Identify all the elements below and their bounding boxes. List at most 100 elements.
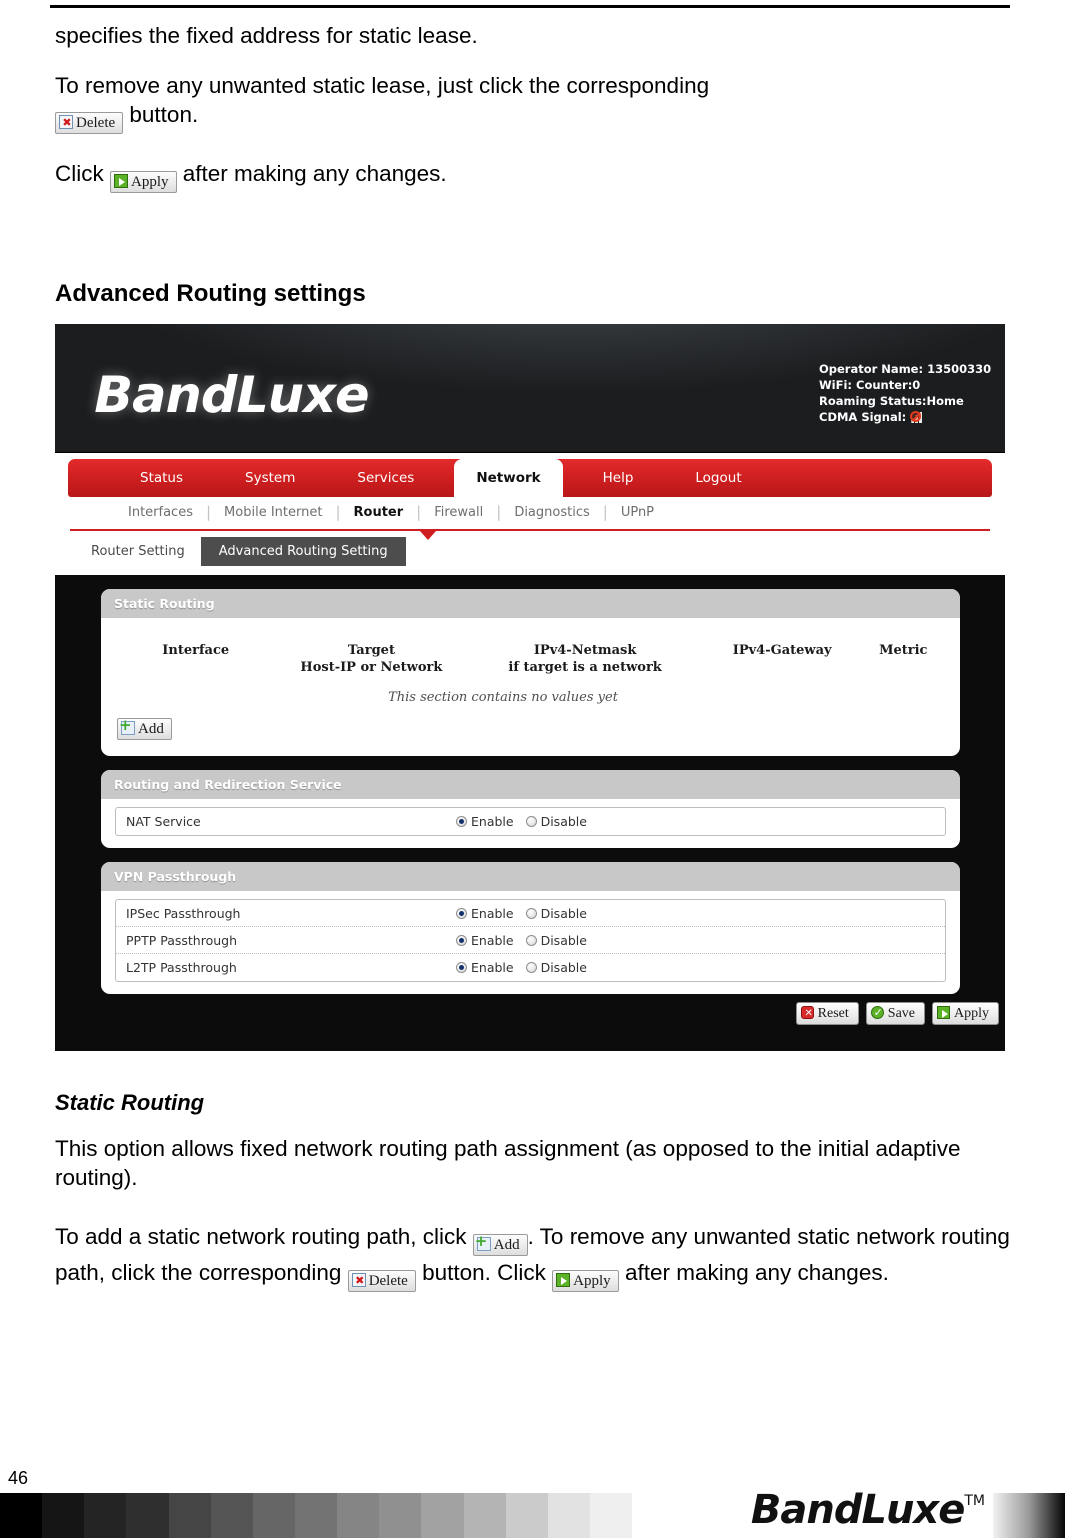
add-route-button[interactable]: Add <box>117 716 172 740</box>
subnav-item-firewall[interactable]: Firewall <box>421 505 496 520</box>
tab-advanced-routing-setting[interactable]: Advanced Routing Setting <box>200 537 406 566</box>
add-route-button-label: Add <box>138 721 164 737</box>
save-icon <box>870 1004 885 1021</box>
gradient-calibration-strip <box>993 1493 1065 1538</box>
delete-icon <box>59 114 74 132</box>
router-status-block: Operator Name: 13500330 WiFi: Counter:0 … <box>819 361 1005 425</box>
tab-router-setting[interactable]: Router Setting <box>75 538 201 565</box>
nat-service-disable-option[interactable]: Disable <box>525 814 587 829</box>
save-button[interactable]: Save <box>865 1002 925 1025</box>
paragraph-add-remove-route: To add a static network routing path, cl… <box>55 1220 1010 1292</box>
apply-icon <box>556 1273 571 1287</box>
grayscale-step <box>294 1493 338 1538</box>
nat-service-radio-group: Enable Disable <box>456 814 587 829</box>
column-interface-line1: Interface <box>162 643 230 658</box>
form-action-buttons: Reset Save Apply <box>795 1002 999 1025</box>
radio-disable-icon[interactable] <box>525 962 537 973</box>
nav-item-logout[interactable]: Logout <box>673 459 763 497</box>
add-icon <box>119 716 135 735</box>
nav-item-system[interactable]: System <box>223 459 317 497</box>
column-netmask: IPv4-Netmask if target is a network <box>466 642 703 676</box>
nav-item-network[interactable]: Network <box>454 459 563 499</box>
paragraph-static-routing-description: This option allows fixed network routing… <box>55 1136 961 1190</box>
nat-service-row: NAT Service Enable Disable <box>116 808 945 835</box>
sub-nav-bar: Interfaces | Mobile Internet | Router | … <box>115 503 667 521</box>
radio-enable-icon[interactable] <box>456 934 467 946</box>
subnav-item-mobile-internet[interactable]: Mobile Internet <box>211 505 335 520</box>
subnav-item-diagnostics[interactable]: Diagnostics <box>501 505 602 520</box>
paragraph-remove-static-lease: To remove any unwanted static lease, jus… <box>55 72 1010 134</box>
grayscale-step <box>337 1493 380 1538</box>
vpn-passthrough-panel: VPN Passthrough IPSec Passthrough Enable <box>101 862 960 994</box>
radio-enable-icon[interactable] <box>456 907 467 919</box>
ipsec-disable-option[interactable]: Disable <box>525 906 587 921</box>
nav-item-services[interactable]: Services <box>335 459 436 497</box>
grayscale-step <box>42 1493 85 1538</box>
click-word: Click <box>55 161 104 186</box>
static-routing-inner: Interface Target Host-IP or Network IPv4… <box>101 618 960 756</box>
l2tp-disable-label: Disable <box>540 960 587 975</box>
apply-suffix-text: after making any changes. <box>182 161 447 186</box>
column-netmask-line2: if target is a network <box>508 660 662 675</box>
radio-enable-icon[interactable] <box>456 816 467 827</box>
apply-button-label: Apply <box>573 1273 611 1289</box>
footer-logo-text: BandLuxe <box>750 1487 965 1533</box>
nat-service-box: NAT Service Enable Disable <box>115 807 946 836</box>
pptp-disable-option[interactable]: Disable <box>525 933 587 948</box>
subnav-item-upnp[interactable]: UPnP <box>608 505 667 520</box>
nav-item-status[interactable]: Status <box>118 459 205 497</box>
page-top-rule <box>50 5 1010 8</box>
ipsec-enable-label: Enable <box>471 905 514 921</box>
trademark-symbol: TM <box>964 1493 985 1509</box>
nat-service-enable-label: Enable <box>471 814 514 829</box>
vpn-passthrough-title: VPN Passthrough <box>101 862 960 891</box>
grayscale-step <box>379 1493 422 1538</box>
radio-disable-icon[interactable] <box>525 816 537 827</box>
static-routing-empty-message: This section contains no values yet <box>388 690 618 705</box>
para5-part-a: To add a static network routing path, cl… <box>55 1224 467 1249</box>
nav-item-help[interactable]: Help <box>581 459 656 497</box>
delete-button-inline[interactable]: Delete <box>347 1270 416 1292</box>
apply-icon <box>114 174 129 188</box>
delete-button-inline[interactable]: Delete <box>55 111 124 134</box>
radio-disable-icon[interactable] <box>525 907 537 919</box>
pptp-enable-label: Enable <box>471 932 514 948</box>
nat-service-disable-label: Disable <box>540 814 587 829</box>
router-navigation: Status System Services Network Help Logo… <box>55 453 1005 575</box>
settings-tab-row: Router Setting Advanced Routing Setting <box>75 537 406 566</box>
grayscale-step <box>126 1493 169 1538</box>
ipsec-enable-option[interactable]: Enable <box>456 906 514 921</box>
apply-button-inline[interactable]: Apply <box>110 171 177 193</box>
pptp-enable-option[interactable]: Enable <box>456 933 514 948</box>
ipsec-radio-group: Enable Disable <box>456 906 587 921</box>
paragraph-remove-suffix: button. <box>129 101 199 127</box>
subnav-item-interfaces[interactable]: Interfaces <box>115 505 206 520</box>
column-target-line2: Host-IP or Network <box>300 660 443 675</box>
l2tp-enable-label: Enable <box>471 960 514 975</box>
apply-button[interactable]: Apply <box>932 1002 999 1025</box>
column-gateway: IPv4-Gateway <box>704 642 861 676</box>
l2tp-enable-option[interactable]: Enable <box>456 960 514 975</box>
reset-button[interactable]: Reset <box>795 1002 859 1025</box>
wifi-counter: WiFi: Counter:0 <box>819 378 921 392</box>
ipsec-passthrough-row: IPSec Passthrough Enable Disable <box>116 900 945 927</box>
apply-button-label: Apply <box>131 174 169 190</box>
subnav-item-router[interactable]: Router <box>341 505 417 520</box>
add-button-inline[interactable]: Add <box>472 1232 528 1256</box>
bandluxe-logo: BandLuxe <box>94 366 369 424</box>
add-button-label: Add <box>493 1237 520 1253</box>
ipsec-passthrough-label: IPSec Passthrough <box>126 905 241 921</box>
l2tp-passthrough-label: L2TP Passthrough <box>126 960 237 975</box>
static-routing-title: Static Routing <box>101 589 960 618</box>
radio-disable-icon[interactable] <box>525 934 537 946</box>
roaming-status: Roaming Status:Home <box>819 394 964 408</box>
l2tp-disable-option[interactable]: Disable <box>525 960 587 975</box>
grayscale-step <box>505 1493 548 1538</box>
apply-button-inline[interactable]: Apply <box>552 1270 619 1292</box>
column-metric: Metric <box>861 642 946 676</box>
radio-enable-icon[interactable] <box>456 962 467 973</box>
grayscale-step <box>421 1493 464 1538</box>
apply-icon <box>937 1006 950 1019</box>
para5-part-c: button. Click <box>422 1260 546 1285</box>
nat-service-enable-option[interactable]: Enable <box>456 814 514 829</box>
